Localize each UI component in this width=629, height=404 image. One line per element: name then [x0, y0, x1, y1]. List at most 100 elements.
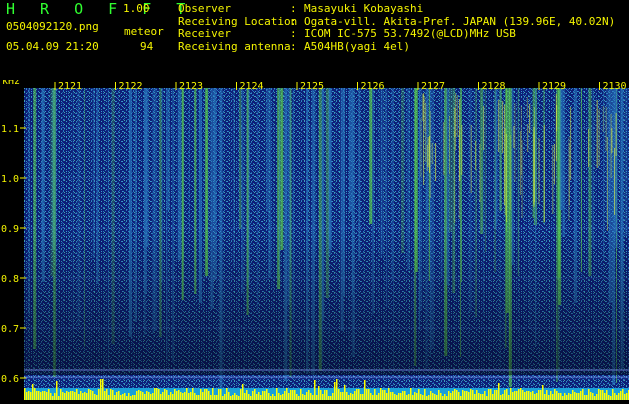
- power-bar-tick: [186, 388, 188, 400]
- power-bar-tick: [488, 389, 490, 400]
- bright-streak: [459, 99, 461, 181]
- power-bar-tick: [90, 390, 92, 400]
- power-bar-tick: [162, 392, 164, 400]
- power-bar-tick: [586, 395, 588, 400]
- bright-streak: [614, 148, 616, 215]
- power-bar-tick: [38, 391, 40, 400]
- power-bar-tick: [370, 393, 372, 400]
- info-value: Masayuki Kobayashi: [304, 2, 424, 15]
- bright-streak: [498, 100, 500, 152]
- power-bar-tick: [224, 394, 226, 400]
- power-bar-tick: [228, 392, 230, 400]
- power-bar-tick: [562, 396, 564, 400]
- signal-streak: [213, 88, 216, 222]
- bright-streak: [431, 143, 433, 164]
- power-bar-tick: [466, 391, 468, 400]
- power-bar-tick: [168, 395, 170, 400]
- bright-streak: [570, 107, 572, 180]
- time-tick-label: 2124: [240, 81, 264, 92]
- power-bar-tick: [426, 396, 428, 400]
- power-bar-tick: [348, 395, 350, 400]
- power-bar-tick: [202, 392, 204, 400]
- power-bar-tick: [594, 396, 596, 400]
- power-bar-tick: [298, 396, 300, 400]
- power-bar-tick: [384, 390, 386, 400]
- power-bar-tick: [362, 394, 364, 400]
- power-bar-tick: [518, 389, 520, 400]
- power-bar-tick: [250, 396, 252, 400]
- power-bar-tick: [372, 395, 374, 400]
- info-key: Receiving antenna: [178, 39, 291, 53]
- power-bar-tick: [374, 389, 376, 400]
- time-tick-label: 2129: [542, 81, 566, 92]
- power-bar-tick: [272, 394, 274, 400]
- power-bar-tick: [346, 392, 348, 400]
- power-bar-tick: [474, 394, 476, 400]
- power-bar-tick: [94, 394, 96, 400]
- power-bar-tick: [258, 392, 260, 400]
- power-bar-tick: [164, 389, 166, 400]
- power-bar-tick: [406, 395, 408, 400]
- power-bar-tick: [600, 390, 602, 400]
- power-bar-tick: [458, 392, 460, 400]
- power-bar-tick: [206, 389, 208, 400]
- power-bar-tick: [230, 396, 232, 400]
- meteor-count: 94: [140, 40, 154, 53]
- power-bar-tick: [338, 389, 340, 400]
- power-bar-tick: [354, 391, 356, 400]
- power-bar-tick: [422, 395, 424, 400]
- power-bar-tick: [170, 392, 172, 400]
- signal-streak: [385, 88, 386, 221]
- power-bar-tick: [318, 386, 320, 400]
- freq-tick-label: 0.8: [1, 274, 19, 285]
- power-bar-tick: [486, 396, 488, 400]
- power-bar-tick: [278, 393, 280, 400]
- power-bar-tick: [430, 391, 432, 400]
- power-bar-tick: [198, 395, 200, 400]
- lower-fade: [24, 230, 629, 375]
- bright-streak: [502, 101, 504, 153]
- filename-label: 0504092120.png: [6, 20, 99, 33]
- power-bar-tick: [304, 395, 306, 400]
- bright-streak: [424, 97, 426, 131]
- power-bar-tick: [150, 394, 152, 400]
- power-bar-tick: [254, 389, 256, 400]
- power-bar-tick: [414, 392, 416, 400]
- power-bar-tick: [60, 389, 62, 400]
- power-bar-tick: [496, 390, 498, 400]
- signal-streak: [480, 88, 484, 234]
- spectrogram-panel: 2121 2122 2123 2124 2125 2126 2127 2128 2129 2130…: [0, 76, 629, 400]
- power-bar-tick: [310, 393, 312, 400]
- power-bar-tick: [260, 395, 262, 400]
- power-bar-tick: [480, 394, 482, 400]
- power-bar-tick: [232, 395, 234, 400]
- power-bar-tick: [176, 391, 178, 400]
- power-bar-tick: [566, 395, 568, 400]
- power-bar-tick: [328, 396, 330, 400]
- power-bar-tick: [436, 395, 438, 400]
- info-value: A504HB(yagi 4el): [304, 39, 410, 53]
- power-bar-tick: [538, 390, 540, 400]
- power-bar-tick: [68, 392, 70, 400]
- power-bar-tick: [478, 393, 480, 400]
- power-bar-tick: [512, 392, 514, 400]
- bright-streak: [543, 125, 545, 222]
- power-bar-tick: [510, 388, 512, 400]
- signal-streak: [495, 88, 498, 224]
- power-bar-tick: [246, 390, 248, 400]
- power-bar-tick: [556, 391, 558, 400]
- power-bar-tick: [52, 396, 54, 400]
- power-bar-tick: [218, 389, 220, 400]
- power-bar-tick: [244, 393, 246, 400]
- power-bar-tick: [148, 392, 150, 400]
- power-bar-tick: [580, 391, 582, 400]
- signal-streak: [369, 88, 373, 224]
- power-bar-tick: [440, 393, 442, 400]
- power-bar-tick: [276, 388, 278, 400]
- power-bar-tick: [534, 394, 536, 400]
- power-bar-tick: [524, 392, 526, 400]
- power-bar-tick: [306, 392, 308, 400]
- power-bar-tick: [424, 389, 426, 400]
- power-bar-tick: [236, 395, 238, 400]
- power-bar-tick: [364, 380, 366, 400]
